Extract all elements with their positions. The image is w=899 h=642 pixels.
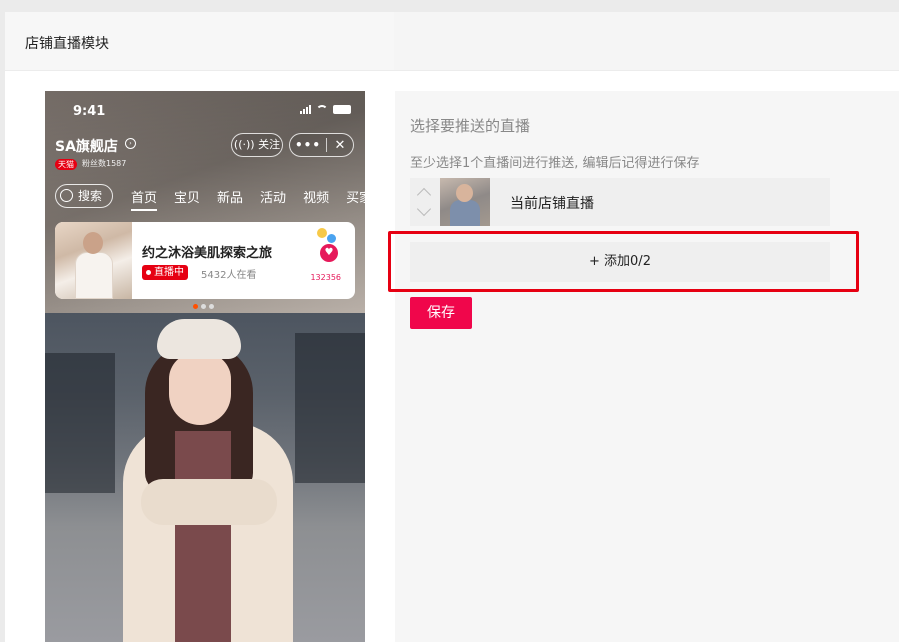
more-icon[interactable]: ••• bbox=[290, 138, 326, 152]
live-select-panel: 选择要推送的直播 至少选择1个直播间进行推送, 编辑后记得进行保存 当前店铺直播… bbox=[395, 91, 899, 642]
shop-banner-photo bbox=[45, 313, 365, 642]
tab-buyer-show[interactable]: 买家 bbox=[346, 187, 365, 206]
page-title: 店铺直播模块 bbox=[25, 36, 109, 52]
shop-name[interactable]: SA旗舰店 bbox=[55, 136, 118, 156]
save-button[interactable]: 保存 bbox=[410, 297, 472, 329]
status-time: 9:41 bbox=[73, 104, 106, 119]
battery-icon bbox=[333, 105, 351, 114]
tab-home[interactable]: 首页 bbox=[131, 187, 158, 211]
like-icon: ♥ bbox=[317, 228, 341, 268]
chevron-down-icon[interactable] bbox=[416, 201, 432, 217]
panel-hint: 至少选择1个直播间进行推送, 编辑后记得进行保存 bbox=[410, 156, 700, 171]
carousel-dots bbox=[193, 304, 214, 309]
live-row-label: 当前店铺直播 bbox=[510, 196, 594, 212]
follow-button[interactable]: ((·)) 关注 bbox=[231, 133, 283, 157]
search-icon bbox=[60, 189, 73, 202]
search-button[interactable]: 搜索 bbox=[55, 184, 113, 208]
like-count: 132356 bbox=[310, 273, 341, 282]
panel-title: 选择要推送的直播 bbox=[410, 117, 531, 135]
module-header: 店铺直播模块 bbox=[5, 12, 899, 71]
live-thumbnail bbox=[55, 222, 132, 299]
tab-products[interactable]: 宝贝 bbox=[174, 187, 200, 206]
signal-icon bbox=[300, 105, 311, 114]
live-row-thumbnail bbox=[440, 178, 490, 226]
top-strip bbox=[0, 0, 899, 12]
tmall-badge: 天猫 bbox=[55, 159, 77, 170]
live-title: 约之沐浴美肌探索之旅 bbox=[142, 246, 273, 261]
chevron-up-icon[interactable] bbox=[416, 187, 432, 203]
reorder-arrows bbox=[416, 184, 434, 220]
live-card[interactable]: 约之沐浴美肌探索之旅 直播中 5432人在看 ♥ 132356 bbox=[55, 222, 355, 299]
live-viewers: 5432人在看 bbox=[201, 270, 257, 281]
fans-count: 粉丝数1587 bbox=[82, 159, 127, 168]
status-icons bbox=[300, 105, 351, 114]
wifi-icon bbox=[316, 105, 328, 114]
phone-preview: 9:41 SA旗舰店 › 天猫 粉丝数1587 ((·)) 关注 ••• ✕ 搜… bbox=[45, 91, 365, 642]
tab-new[interactable]: 新品 bbox=[217, 187, 243, 206]
tab-videos[interactable]: 视频 bbox=[303, 187, 329, 206]
follow-label: 关注 bbox=[258, 138, 281, 151]
live-status-badge: 直播中 bbox=[142, 265, 188, 280]
highlight-box bbox=[388, 231, 859, 292]
shop-nav-tabs: 首页 宝贝 新品 活动 视频 买家 bbox=[131, 187, 365, 211]
broadcast-icon: ((·)) bbox=[233, 138, 259, 151]
chevron-right-icon[interactable]: › bbox=[125, 138, 136, 149]
tab-events[interactable]: 活动 bbox=[260, 187, 286, 206]
more-close-capsule: ••• ✕ bbox=[289, 133, 354, 157]
selected-live-row[interactable]: 当前店铺直播 bbox=[410, 178, 830, 226]
search-label: 搜索 bbox=[78, 189, 103, 203]
close-icon[interactable]: ✕ bbox=[327, 138, 353, 153]
